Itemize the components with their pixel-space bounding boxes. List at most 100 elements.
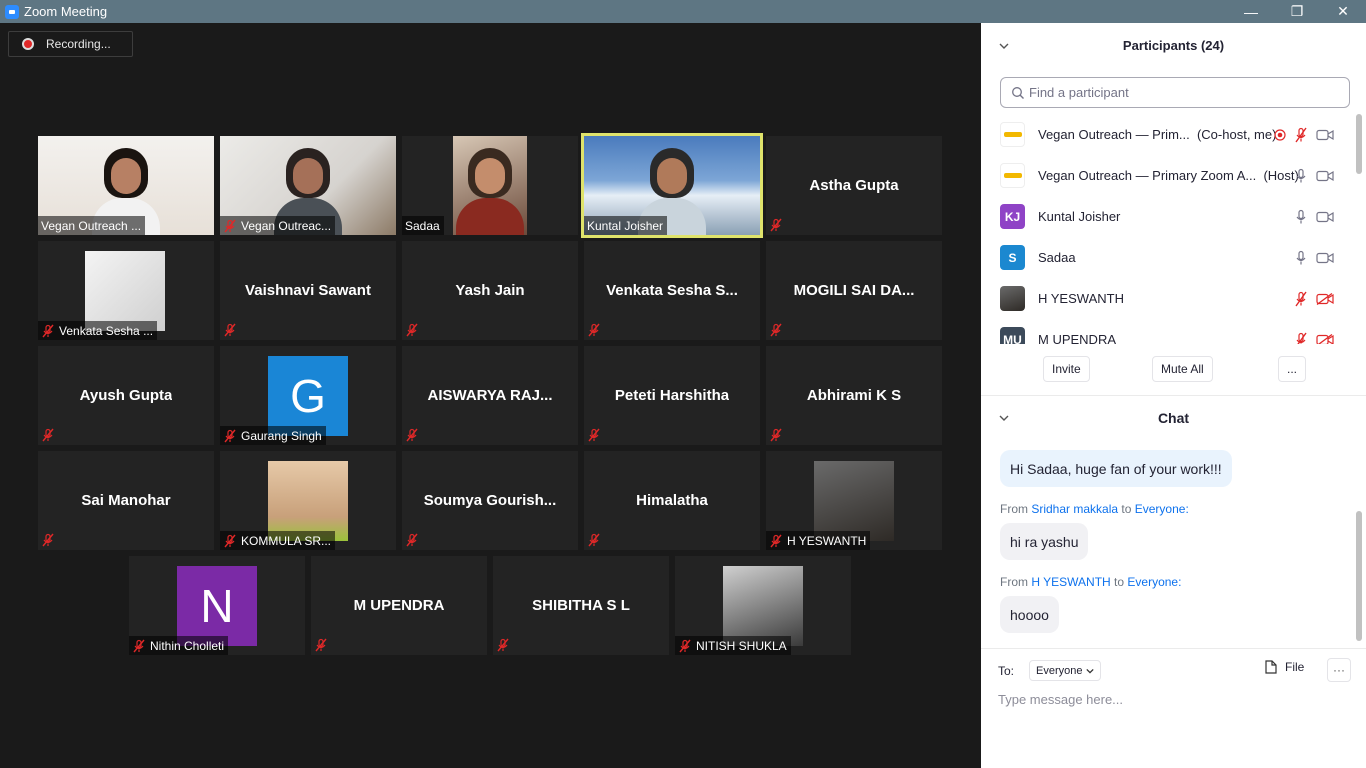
- to-label: To:: [998, 663, 1015, 678]
- video-camera-icon[interactable]: [1316, 170, 1334, 182]
- video-tile[interactable]: Ayush Gupta: [38, 346, 214, 445]
- video-tile[interactable]: N Nithin Cholleti: [129, 556, 305, 655]
- name-label: H YESWANTH: [766, 531, 871, 550]
- participants-title: Participants (24): [1122, 38, 1225, 53]
- mic-muted-icon[interactable]: [1294, 332, 1308, 345]
- mic-muted-icon: [42, 324, 54, 337]
- mic-icon[interactable]: [1294, 209, 1308, 225]
- mic-muted-icon: [42, 533, 54, 547]
- video-tile[interactable]: Sadaa: [402, 136, 578, 235]
- chat-recipient[interactable]: Everyone:: [1135, 502, 1189, 516]
- mic-muted-icon: [315, 638, 327, 652]
- participant-name: Abhirami K S: [806, 387, 902, 404]
- mic-muted-icon[interactable]: [1294, 127, 1308, 143]
- participant-name: Peteti Harshitha: [614, 387, 730, 404]
- participant-row[interactable]: KJ Kuntal Joisher: [981, 196, 1356, 237]
- chevron-down-icon[interactable]: [999, 41, 1009, 51]
- participant-row[interactable]: Vegan Outreach — Primary Zoom A... (Host…: [981, 155, 1356, 196]
- video-tile[interactable]: SHIBITHA S L: [493, 556, 669, 655]
- mic-muted-icon: [224, 219, 236, 232]
- participant-name: Venkata Sesha S...: [606, 282, 738, 299]
- video-tile[interactable]: Himalatha: [584, 451, 760, 550]
- mic-muted-icon: [406, 533, 418, 547]
- name-label: KOMMULA SR...: [220, 531, 336, 550]
- mic-muted-icon: [133, 639, 145, 652]
- participant-name: Himalatha: [636, 492, 708, 509]
- video-tile[interactable]: Astha Gupta: [766, 136, 942, 235]
- mic-muted-icon[interactable]: [1294, 291, 1308, 307]
- chevron-down-icon[interactable]: [999, 413, 1009, 423]
- video-tile[interactable]: AISWARYA RAJ...: [402, 346, 578, 445]
- minimize-button[interactable]: —: [1228, 0, 1274, 23]
- video-tile[interactable]: Vegan Outreac...: [220, 136, 396, 235]
- mic-muted-icon: [588, 323, 600, 337]
- chat-sender[interactable]: Sridhar makkala: [1031, 502, 1118, 516]
- video-camera-icon[interactable]: [1316, 252, 1334, 264]
- video-tile[interactable]: NITISH SHUKLA: [675, 556, 851, 655]
- window-title: Zoom Meeting: [24, 4, 108, 19]
- video-tile[interactable]: Yash Jain: [402, 241, 578, 340]
- mic-muted-icon: [406, 323, 418, 337]
- participant-row[interactable]: H YESWANTH: [981, 278, 1356, 319]
- recording-label: Recording...: [46, 37, 111, 51]
- video-tile[interactable]: Abhirami K S: [766, 346, 942, 445]
- mic-icon[interactable]: [1294, 168, 1308, 184]
- video-tile[interactable]: H YESWANTH: [766, 451, 942, 550]
- invite-button[interactable]: Invite: [1043, 356, 1090, 382]
- chat-scrollbar[interactable]: [1356, 441, 1362, 648]
- participant-name: Vegan Outreach — Prim... (Co-host, me): [1038, 127, 1277, 142]
- video-tile[interactable]: M UPENDRA: [311, 556, 487, 655]
- participant-row[interactable]: MU M UPENDRA: [981, 319, 1356, 344]
- participant-name: MOGILI SAI DA...: [793, 282, 915, 299]
- participant-name: M UPENDRA: [1038, 332, 1117, 344]
- chat-header: Chat: [981, 396, 1366, 439]
- file-button[interactable]: File: [1265, 660, 1304, 674]
- participant-row[interactable]: S Sadaa: [981, 237, 1356, 278]
- video-camera-icon[interactable]: [1316, 129, 1334, 141]
- video-tile[interactable]: Venkata Sesha ...: [38, 241, 214, 340]
- chat-title: Chat: [1157, 409, 1190, 426]
- participant-name: Astha Gupta: [809, 177, 899, 194]
- participant-name: Ayush Gupta: [79, 387, 173, 404]
- name-label: NITISH SHUKLA: [675, 636, 791, 655]
- video-tile[interactable]: Vaishnavi Sawant: [220, 241, 396, 340]
- chat-more-button[interactable]: ···: [1327, 658, 1351, 682]
- close-button[interactable]: ✕: [1320, 0, 1366, 23]
- chat-message: hoooo: [1000, 596, 1059, 633]
- video-tile[interactable]: KOMMULA SR...: [220, 451, 396, 550]
- video-tile[interactable]: Soumya Gourish...: [402, 451, 578, 550]
- chat-message-input[interactable]: [998, 689, 1348, 709]
- video-tile[interactable]: G Gaurang Singh: [220, 346, 396, 445]
- name-label: Nithin Cholleti: [129, 636, 229, 655]
- video-gallery: Recording... Vegan Outreach ... Vegan Ou…: [0, 23, 981, 768]
- name-label: Vegan Outreach ...: [38, 216, 146, 235]
- video-tile[interactable]: Venkata Sesha S...: [584, 241, 760, 340]
- chat-recipient[interactable]: Everyone:: [1127, 575, 1181, 589]
- video-off-icon[interactable]: [1316, 292, 1334, 305]
- video-tile[interactable]: Vegan Outreach ...: [38, 136, 214, 235]
- avatar: S: [1000, 245, 1025, 270]
- video-tile[interactable]: MOGILI SAI DA...: [766, 241, 942, 340]
- chat-sender[interactable]: H YESWANTH: [1031, 575, 1110, 589]
- recording-indicator[interactable]: Recording...: [8, 31, 133, 57]
- participant-row[interactable]: Vegan Outreach — Prim... (Co-host, me): [981, 114, 1356, 155]
- video-tile[interactable]: Sai Manohar: [38, 451, 214, 550]
- restore-button[interactable]: ❐: [1274, 0, 1320, 23]
- chat-sender-line: From Sridhar makkala to Everyone:: [1000, 502, 1189, 516]
- video-off-icon[interactable]: [1316, 333, 1334, 345]
- recording-icon: [1274, 128, 1286, 141]
- recipient-select[interactable]: Everyone: [1029, 660, 1101, 681]
- participant-name: Vaishnavi Sawant: [245, 282, 371, 299]
- video-camera-icon[interactable]: [1316, 211, 1334, 223]
- video-tile[interactable]: Kuntal Joisher: [581, 133, 763, 238]
- mic-icon[interactable]: [1294, 250, 1308, 266]
- avatar-letter: N: [200, 580, 234, 632]
- video-tile[interactable]: Peteti Harshitha: [584, 346, 760, 445]
- mute-all-button[interactable]: Mute All: [1152, 356, 1213, 382]
- participants-scrollbar[interactable]: [1356, 114, 1362, 344]
- participant-list: Vegan Outreach — Prim... (Co-host, me) Ve…: [981, 114, 1356, 344]
- participant-name: Sai Manohar: [81, 492, 171, 509]
- search-input[interactable]: Find a participant: [1029, 85, 1129, 100]
- participant-search[interactable]: Find a participant: [1000, 77, 1350, 108]
- participants-more-button[interactable]: ...: [1278, 356, 1307, 382]
